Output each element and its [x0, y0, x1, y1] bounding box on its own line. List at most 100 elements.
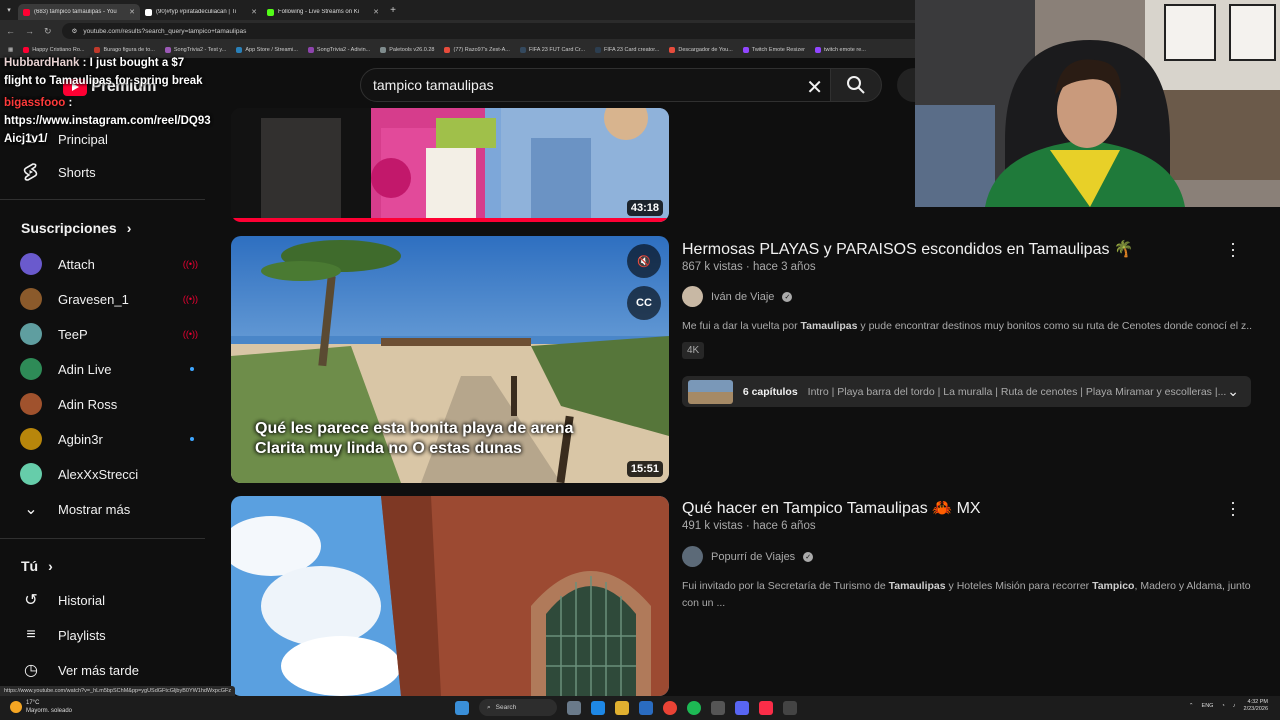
search-query-text: tampico tamaulipas — [373, 77, 494, 93]
clear-search-icon[interactable]: ✕ — [806, 75, 823, 100]
sidebar-item-playlists[interactable]: ≡ Playlists — [20, 624, 200, 646]
chapters-bar[interactable]: 6 capítulos Intro | Playa barra del tord… — [682, 376, 1251, 407]
chevron-down-icon[interactable]: ⌄ — [1227, 383, 1239, 400]
clock-time: 4:32 PM — [1247, 699, 1268, 705]
language-indicator[interactable]: ENG — [1202, 703, 1214, 709]
taskbar-search-label: Search — [495, 704, 517, 711]
bookmark-label: Burago figura de to... — [103, 47, 155, 53]
verified-icon: ✓ — [782, 291, 793, 302]
bookmark-item[interactable]: twitch emote re... — [814, 47, 866, 53]
windows-start-icon[interactable] — [455, 700, 469, 715]
sidebar-divider — [0, 538, 205, 539]
playlists-icon: ≡ — [26, 626, 36, 643]
chrome-icon[interactable] — [663, 700, 677, 715]
taskbar-search[interactable]: ⌕ Search — [479, 699, 557, 716]
close-tab-icon[interactable]: ✕ — [129, 8, 135, 16]
bookmark-label: App Store / Streami... — [245, 47, 298, 53]
clock-date: 2/23/2026 — [1243, 706, 1268, 712]
video-thumbnail[interactable] — [231, 496, 669, 696]
close-tab-icon[interactable]: ✕ — [251, 8, 257, 16]
sidebar-item-gravesen[interactable]: Gravesen_1 ((•)) — [20, 288, 200, 310]
chevron-right-icon: › — [126, 220, 132, 236]
back-icon[interactable]: ← — [6, 26, 15, 36]
bookmark-item[interactable]: SongTrivia2 - Test y... — [164, 47, 227, 53]
video-thumbnail[interactable]: 🔇 CC Qué les parece esta bonita playa de… — [231, 236, 669, 483]
spotify-icon[interactable] — [687, 700, 701, 715]
channel-row[interactable]: Iván de Viaje ✓ — [682, 286, 793, 307]
tiktok-favicon-icon — [145, 8, 152, 16]
subscriptions-header[interactable]: Suscripciones › — [21, 220, 131, 236]
channel-row[interactable]: Popurrí de Viajes ✓ — [682, 546, 814, 567]
browser-tab-kick[interactable]: Following - Live Streams on Ki ✕ — [262, 4, 384, 20]
music-icon[interactable] — [759, 700, 773, 715]
obs-icon[interactable] — [711, 700, 725, 715]
file-explorer-icon[interactable] — [615, 700, 629, 715]
bookmark-item[interactable]: FIFA 23 Card creator... — [595, 47, 659, 53]
edge-icon[interactable] — [591, 700, 605, 715]
sidebar-item-agbin3r[interactable]: Agbin3r — [20, 428, 200, 450]
mute-icon[interactable]: 🔇 — [627, 244, 661, 278]
desc-text: y pude encontrar destinos muy bonitos co… — [857, 320, 1252, 332]
site-info-icon[interactable]: ⚙ — [72, 27, 78, 35]
forward-icon[interactable]: → — [25, 26, 34, 36]
chevron-right-icon: › — [48, 558, 53, 574]
bookmark-item[interactable]: FIFA 23 FUT Card Cr... — [519, 47, 585, 53]
bookmark-favicon-icon — [519, 47, 526, 53]
task-view-icon[interactable] — [567, 700, 581, 715]
store-icon[interactable] — [639, 700, 653, 715]
new-tab-button[interactable]: + — [384, 5, 402, 16]
sidebar-item-historial[interactable]: ↺ Historial — [20, 589, 200, 611]
apps-grid-icon[interactable]: ▦ — [8, 47, 13, 53]
sidebar-item-teep[interactable]: TeeP ((•)) — [20, 323, 200, 345]
watch-later-icon: ◷ — [24, 662, 38, 679]
bookmark-item[interactable]: SongTrivia2 - Adivin... — [307, 47, 370, 53]
sidebar-item-adin-ross[interactable]: Adin Ross — [20, 393, 200, 415]
bookmark-item[interactable]: Twitch Emote Resizer — [742, 47, 805, 53]
volume-icon[interactable]: ♪ — [1233, 703, 1236, 709]
sidebar-item-watch-later[interactable]: ◷ Ver más tarde — [20, 659, 200, 681]
sidebar-item-label: AlexXxStrecci — [58, 466, 139, 482]
video-description: Me fui a dar la vuelta por Tamaulipas y … — [682, 318, 1252, 335]
sidebar: Premium ⌂ Principal Shorts Suscripciones… — [0, 58, 222, 695]
bookmark-item[interactable]: Happy Cristiano Ro... — [23, 47, 84, 53]
sidebar-item-alexxxstrecci[interactable]: AlexXxStrecci — [20, 463, 200, 485]
bookmark-item[interactable]: Descargador de You... — [669, 47, 733, 53]
bookmark-label: SongTrivia2 - Test y... — [173, 47, 227, 53]
video-title[interactable]: Hermosas PLAYAS y PARAISOS escondidos en… — [682, 239, 1134, 259]
bookmark-item[interactable]: Paletools v26.0.28 — [380, 47, 434, 53]
closed-captions-button[interactable]: CC — [627, 286, 661, 320]
weather-widget[interactable]: 17°C Mayorm. soleado — [10, 699, 72, 715]
search-input[interactable]: tampico tamaulipas ✕ — [360, 68, 832, 102]
url-field[interactable]: ⚙ youtube.com/results?search_query=tampi… — [61, 23, 942, 39]
close-tab-icon[interactable]: ✕ — [373, 8, 379, 16]
sidebar-item-adin-live[interactable]: Adin Live — [20, 358, 200, 380]
more-options-icon[interactable]: · · · — [1226, 234, 1240, 264]
thumbnail-image — [231, 108, 669, 222]
clock[interactable]: 4:32 PM 2/23/2026 — [1244, 699, 1268, 713]
tray-chevron-icon[interactable]: ⌃ — [1189, 703, 1194, 709]
sidebar-item-shorts[interactable]: Shorts — [20, 161, 200, 183]
browser-tab-tiktok[interactable]: (90)#fyp #piratadeculiacan | Ti ✕ — [140, 4, 262, 20]
reload-icon[interactable]: ↻ — [44, 26, 52, 37]
bookmark-item[interactable]: App Store / Streami... — [236, 47, 298, 53]
browser-tab-youtube[interactable]: (683) tampico tamaulipas - You ✕ — [18, 4, 140, 20]
wifi-icon[interactable]: ◔ — [1221, 703, 1224, 709]
show-more-button[interactable]: ⌄ Mostrar más — [20, 498, 200, 520]
bookmark-favicon-icon — [814, 47, 821, 53]
sidebar-item-attach[interactable]: Attach ((•)) — [20, 253, 200, 275]
tab-list-icon[interactable]: ▾ — [0, 0, 18, 20]
tab-title: Following - Live Streams on Ki — [278, 9, 360, 15]
shorts-icon — [20, 161, 42, 183]
app-icon[interactable] — [783, 700, 797, 715]
bookmark-item[interactable]: Burago figura de to... — [94, 47, 155, 53]
channel-avatar — [682, 286, 703, 307]
bookmark-item[interactable]: (77) Razo97's Zest-A... — [444, 47, 510, 53]
video-thumbnail[interactable]: 43:18 — [231, 108, 669, 222]
search-button[interactable] — [830, 68, 882, 102]
more-options-icon[interactable]: · · · — [1226, 493, 1240, 523]
avatar — [20, 393, 42, 415]
sidebar-item-label: Ver más tarde — [58, 662, 139, 678]
discord-icon[interactable] — [735, 700, 749, 715]
you-header[interactable]: Tú › — [21, 558, 53, 574]
video-title[interactable]: Qué hacer en Tampico Tamaulipas 🦀 MX — [682, 498, 981, 518]
